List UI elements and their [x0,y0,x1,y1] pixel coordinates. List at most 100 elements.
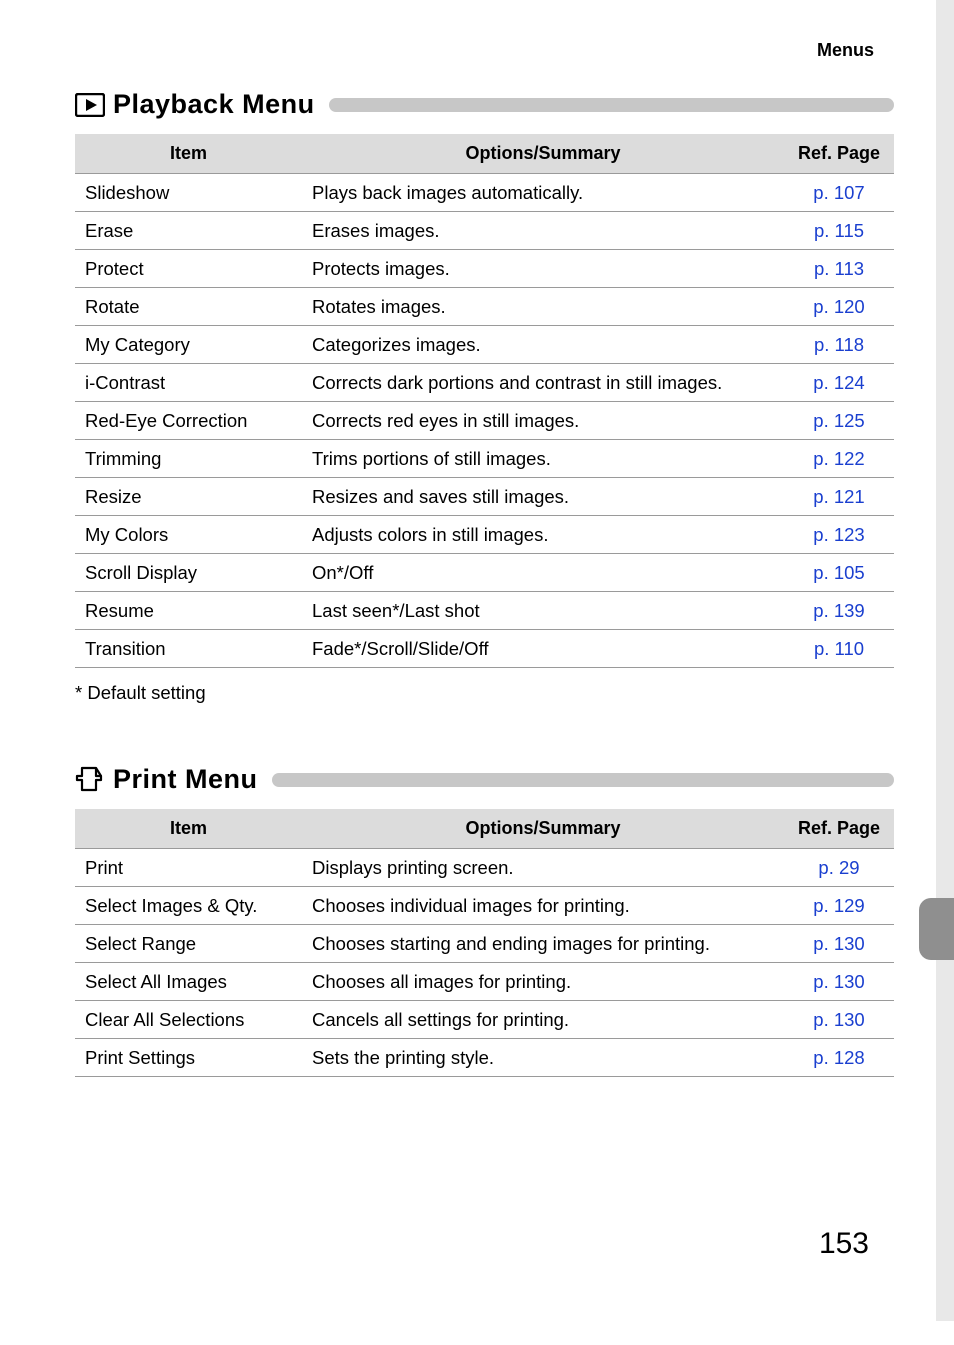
cell-ref[interactable]: p. 130 [784,1001,894,1039]
cell-item: Slideshow [75,174,302,212]
table-row: TrimmingTrims portions of still images.p… [75,440,894,478]
cell-options: Last seen*/Last shot [302,592,784,630]
cell-item: Resume [75,592,302,630]
table-header-row: Item Options/Summary Ref. Page [75,809,894,849]
col-options: Options/Summary [302,809,784,849]
playback-section-title: Playback Menu [75,89,894,120]
table-row: RotateRotates images.p. 120 [75,288,894,326]
cell-ref[interactable]: p. 139 [784,592,894,630]
cell-options: Plays back images automatically. [302,174,784,212]
col-options: Options/Summary [302,134,784,174]
page: Menus Playback Menu Item Options/Summary… [0,0,954,1321]
cell-item: Clear All Selections [75,1001,302,1039]
cell-item: Select Range [75,925,302,963]
col-item: Item [75,809,302,849]
table-row: ResumeLast seen*/Last shotp. 139 [75,592,894,630]
cell-options: Chooses all images for printing. [302,963,784,1001]
cell-ref[interactable]: p. 29 [784,849,894,887]
title-rule [329,98,894,112]
cell-item: Rotate [75,288,302,326]
cell-ref[interactable]: p. 120 [784,288,894,326]
cell-ref[interactable]: p. 130 [784,963,894,1001]
cell-ref[interactable]: p. 122 [784,440,894,478]
cell-item: Trimming [75,440,302,478]
side-tab-marker [919,898,954,960]
cell-ref[interactable]: p. 115 [784,212,894,250]
cell-item: Resize [75,478,302,516]
table-row: Select All ImagesChooses all images for … [75,963,894,1001]
header-label: Menus [75,40,894,61]
playback-table: Item Options/Summary Ref. Page Slideshow… [75,134,894,668]
playback-footnote: * Default setting [75,682,894,704]
cell-options: Resizes and saves still images. [302,478,784,516]
table-row: Red-Eye CorrectionCorrects red eyes in s… [75,402,894,440]
cell-item: Transition [75,630,302,668]
cell-options: Displays printing screen. [302,849,784,887]
cell-item: My Category [75,326,302,364]
cell-ref[interactable]: p. 129 [784,887,894,925]
cell-options: Corrects dark portions and contrast in s… [302,364,784,402]
cell-ref[interactable]: p. 113 [784,250,894,288]
table-row: EraseErases images.p. 115 [75,212,894,250]
table-row: Select RangeChooses starting and ending … [75,925,894,963]
cell-options: Corrects red eyes in still images. [302,402,784,440]
cell-ref[interactable]: p. 121 [784,478,894,516]
cell-options: Chooses starting and ending images for p… [302,925,784,963]
cell-options: Rotates images. [302,288,784,326]
cell-options: Categorizes images. [302,326,784,364]
col-item: Item [75,134,302,174]
print-section-title: Print Menu [75,764,894,795]
cell-item: Select Images & Qty. [75,887,302,925]
cell-ref[interactable]: p. 110 [784,630,894,668]
page-number: 153 [75,1227,894,1261]
playback-title-text: Playback Menu [113,89,315,120]
side-tab [936,0,954,1321]
table-row: ProtectProtects images.p. 113 [75,250,894,288]
cell-ref[interactable]: p. 130 [784,925,894,963]
cell-item: Select All Images [75,963,302,1001]
table-row: PrintDisplays printing screen.p. 29 [75,849,894,887]
table-row: My ColorsAdjusts colors in still images.… [75,516,894,554]
cell-options: On*/Off [302,554,784,592]
cell-item: i-Contrast [75,364,302,402]
table-row: Scroll DisplayOn*/Offp. 105 [75,554,894,592]
table-row: SlideshowPlays back images automatically… [75,174,894,212]
table-row: Select Images & Qty.Chooses individual i… [75,887,894,925]
table-row: Clear All SelectionsCancels all settings… [75,1001,894,1039]
playback-icon [75,93,105,117]
cell-options: Protects images. [302,250,784,288]
cell-options: Fade*/Scroll/Slide/Off [302,630,784,668]
cell-options: Cancels all settings for printing. [302,1001,784,1039]
table-row: Print SettingsSets the printing style.p.… [75,1039,894,1077]
cell-item: Scroll Display [75,554,302,592]
cell-ref[interactable]: p. 125 [784,402,894,440]
cell-options: Trims portions of still images. [302,440,784,478]
cell-ref[interactable]: p. 124 [784,364,894,402]
cell-item: My Colors [75,516,302,554]
cell-ref[interactable]: p. 123 [784,516,894,554]
cell-item: Protect [75,250,302,288]
print-table: Item Options/Summary Ref. Page PrintDisp… [75,809,894,1077]
title-rule [272,773,895,787]
table-row: TransitionFade*/Scroll/Slide/Offp. 110 [75,630,894,668]
print-icon [75,766,105,794]
cell-item: Print Settings [75,1039,302,1077]
table-row: My CategoryCategorizes images.p. 118 [75,326,894,364]
cell-options: Sets the printing style. [302,1039,784,1077]
cell-item: Print [75,849,302,887]
cell-options: Chooses individual images for printing. [302,887,784,925]
cell-ref[interactable]: p. 107 [784,174,894,212]
table-row: i-ContrastCorrects dark portions and con… [75,364,894,402]
cell-ref[interactable]: p. 128 [784,1039,894,1077]
col-ref: Ref. Page [784,809,894,849]
print-title-text: Print Menu [113,764,258,795]
table-header-row: Item Options/Summary Ref. Page [75,134,894,174]
cell-ref[interactable]: p. 105 [784,554,894,592]
cell-options: Adjusts colors in still images. [302,516,784,554]
cell-item: Erase [75,212,302,250]
table-row: ResizeResizes and saves still images.p. … [75,478,894,516]
cell-ref[interactable]: p. 118 [784,326,894,364]
cell-item: Red-Eye Correction [75,402,302,440]
col-ref: Ref. Page [784,134,894,174]
cell-options: Erases images. [302,212,784,250]
